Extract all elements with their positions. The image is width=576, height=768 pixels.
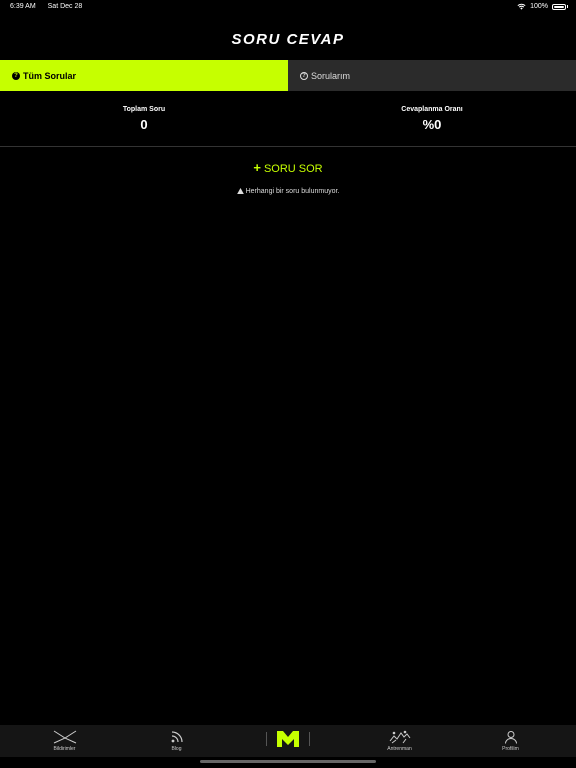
status-time: 6:39 AM	[10, 3, 36, 10]
stat-label: Toplam Soru	[122, 106, 166, 113]
tab-label: Tüm Sorular	[23, 70, 77, 81]
battery-icon	[552, 3, 566, 10]
divider	[0, 146, 576, 147]
tab-workout[interactable]: Antrenman	[342, 725, 457, 757]
tab-label: Sorularım	[311, 70, 351, 81]
question-tabs: ? Tüm Sorular ? Sorularım	[0, 60, 576, 91]
tab-blog[interactable]: Blog	[119, 725, 234, 757]
empty-state: Herhangi bir soru bulunmuyor.	[0, 188, 576, 195]
home-indicator[interactable]	[200, 760, 376, 763]
tab-label: Profilim	[502, 746, 519, 752]
plus-icon: +	[253, 160, 261, 175]
ask-question-label: SORU SOR	[263, 163, 323, 175]
status-date: Sat Dec 28	[47, 3, 83, 10]
notifications-icon	[53, 730, 76, 744]
bottom-tab-bar: Bildirimler Blog Antrenman Profilim	[0, 725, 576, 757]
tab-notifications[interactable]: Bildirimler	[7, 725, 122, 757]
empty-message: Herhangi bir soru bulunmuyor.	[245, 188, 340, 195]
stat-value: 0	[140, 117, 148, 132]
tab-profile[interactable]: Profilim	[453, 725, 568, 757]
question-circle-icon: ?	[12, 71, 20, 80]
brand-logo-icon	[277, 731, 299, 747]
stat-value: %0	[422, 117, 442, 132]
tab-all-questions[interactable]: ? Tüm Sorular	[0, 60, 288, 91]
battery-percent: 100%	[530, 3, 548, 10]
stat-label: Cevaplanma Oranı	[401, 106, 463, 113]
rss-icon	[171, 731, 183, 743]
tab-label: Blog	[171, 746, 182, 752]
tab-my-questions[interactable]: ? Sorularım	[288, 60, 576, 91]
page-title: SORU CEVAP	[231, 31, 345, 48]
status-bar: 6:39 AM Sat Dec 28 100%	[0, 0, 576, 14]
profile-icon	[504, 731, 517, 744]
stat-answer-rate: Cevaplanma Oranı %0	[332, 106, 532, 132]
tab-home[interactable]	[266, 725, 310, 753]
warning-icon	[236, 188, 244, 194]
ask-question-button[interactable]: + SORU SOR	[0, 160, 576, 175]
workout-icon	[389, 730, 410, 744]
stat-total-questions: Toplam Soru 0	[44, 106, 244, 132]
question-circle-icon: ?	[300, 71, 308, 80]
tab-label: Bildirimler	[53, 746, 76, 752]
tab-label: Antrenman	[387, 746, 412, 752]
wifi-icon	[517, 3, 526, 10]
stats-panel: Toplam Soru 0 Cevaplanma Oranı %0	[0, 106, 576, 146]
